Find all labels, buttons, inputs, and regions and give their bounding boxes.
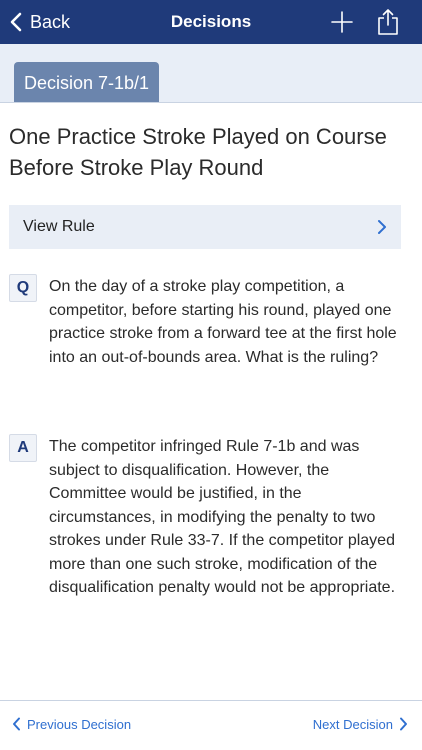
add-button[interactable] (331, 11, 353, 33)
navigation-bar: Back Decisions (0, 0, 422, 44)
back-button[interactable]: Back (10, 0, 70, 44)
chevron-right-icon (400, 717, 407, 731)
plus-icon (331, 11, 353, 33)
decision-tab-band: Decision 7-1b/1 (0, 44, 422, 102)
previous-decision-label: Previous Decision (27, 716, 132, 732)
question-badge: Q (9, 274, 37, 302)
back-label: Back (30, 11, 71, 32)
previous-decision-button[interactable]: Previous Decision (12, 712, 131, 736)
chevron-left-icon (13, 717, 20, 731)
share-button[interactable] (376, 8, 400, 36)
footer-divider (0, 700, 422, 701)
chevron-left-icon (10, 12, 22, 32)
answer-text: The competitor infringed Rule 7-1b and w… (49, 438, 396, 596)
chevron-right-icon (378, 220, 386, 234)
decision-title: One Practice Stroke Played on Course Bef… (9, 124, 387, 180)
share-icon (378, 9, 398, 35)
decision-number-tab: Decision 7-1b/1 (14, 62, 159, 102)
question-text: On the day of a stroke play competition,… (49, 278, 397, 366)
view-rule-label: View Rule (23, 218, 95, 235)
divider (0, 102, 422, 103)
answer-badge: A (9, 434, 37, 462)
next-decision-label: Next Decision (312, 716, 393, 732)
next-decision-button[interactable]: Next Decision (313, 712, 408, 736)
view-rule-button[interactable]: View Rule (9, 205, 401, 249)
